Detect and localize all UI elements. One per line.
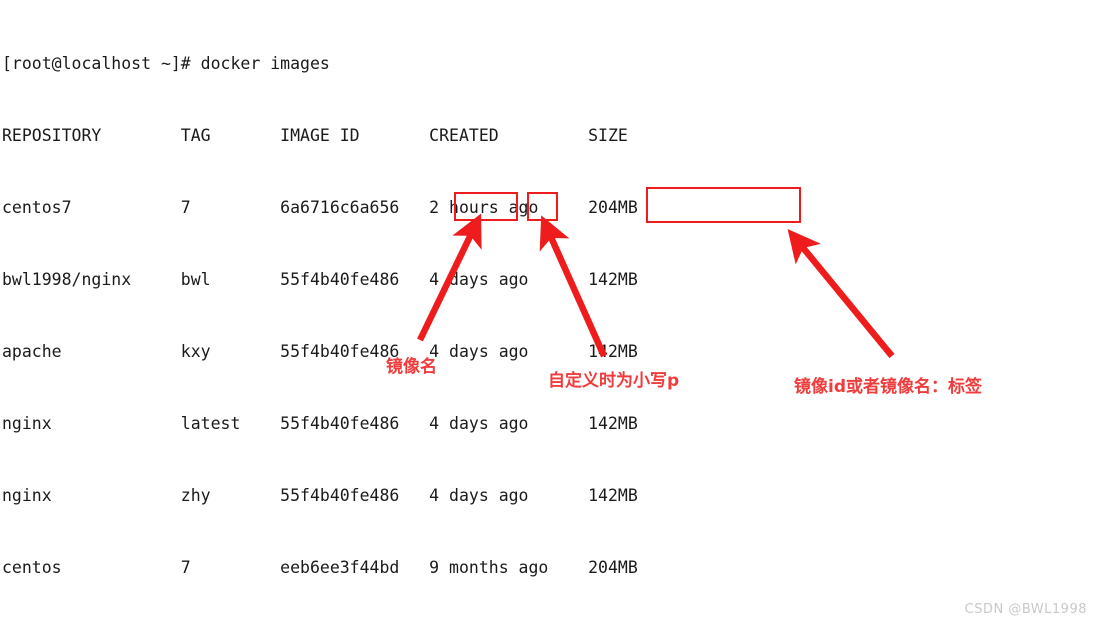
images-table-row: centos7 7 6a6716c6a656 2 hours ago 204MB <box>2 198 638 217</box>
images-table-header: REPOSITORY TAG IMAGE ID CREATED SIZE <box>2 126 628 145</box>
images-table-row: apache kxy 55f4b40fe486 4 days ago 142MB <box>2 342 638 361</box>
images-table-row: nginx latest 55f4b40fe486 4 days ago 142… <box>2 414 638 433</box>
terminal-line-prompt-docker-images: [root@localhost ~]# docker images <box>2 54 330 73</box>
watermark: CSDN @BWL1998 <box>964 602 1087 617</box>
images-table-row: bwl1998/nginx bwl 55f4b40fe486 4 days ag… <box>2 270 638 289</box>
terminal-output[interactable]: [root@localhost ~]# docker images REPOSI… <box>0 0 1097 625</box>
terminal-screenshot: [root@localhost ~]# docker images REPOSI… <box>0 0 1097 625</box>
images-table-row: centos 7 eeb6ee3f44bd 9 months ago 204MB <box>2 558 638 577</box>
images-table-row: nginx zhy 55f4b40fe486 4 days ago 142MB <box>2 486 638 505</box>
